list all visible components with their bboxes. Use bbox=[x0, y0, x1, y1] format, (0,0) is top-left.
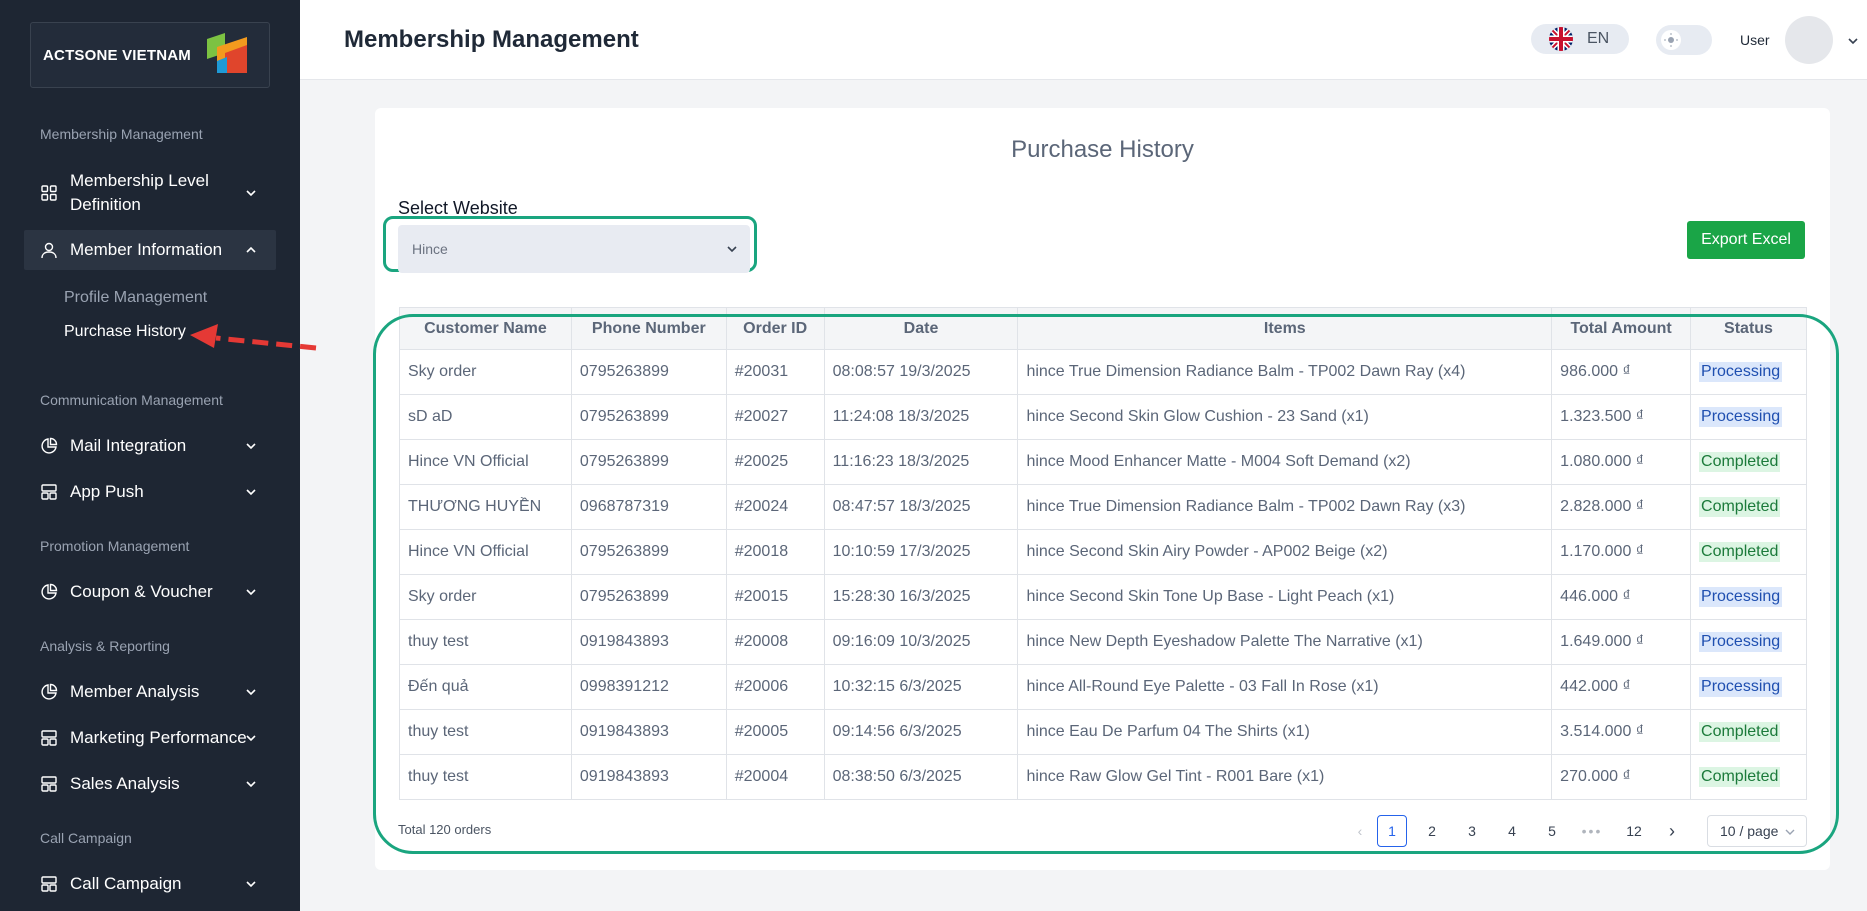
page-title: Membership Management bbox=[344, 26, 639, 53]
sidebar-item-call-campaign[interactable]: Call Campaign bbox=[24, 870, 276, 898]
sidebar-item-label: Call Campaign bbox=[70, 874, 182, 893]
chevron-down-icon bbox=[727, 246, 737, 253]
purchase-history-card: Purchase History Select Website Hince Ex… bbox=[373, 108, 1839, 870]
page-4[interactable]: 4 bbox=[1497, 815, 1527, 847]
next-page-button[interactable]: › bbox=[1657, 815, 1687, 847]
logo[interactable]: ACTSONE VIETNAM bbox=[30, 22, 270, 88]
more-pages-button[interactable]: ••• bbox=[1577, 815, 1607, 847]
section-call: Call Campaign bbox=[40, 830, 132, 846]
sidebar-item-label: Member Analysis bbox=[70, 682, 200, 701]
chevron-down-icon bbox=[244, 685, 258, 699]
chevron-up-icon bbox=[244, 243, 258, 257]
sidebar-item-purchase-history[interactable]: Purchase History bbox=[64, 323, 186, 341]
sidebar: ACTSONE VIETNAM Membership Management Me… bbox=[0, 0, 300, 911]
layout-icon bbox=[40, 775, 58, 793]
website-select-value: Hince bbox=[412, 241, 448, 257]
section-membership: Membership Management bbox=[40, 126, 203, 142]
pie-chart-icon bbox=[40, 583, 58, 601]
total-orders: Total 120 orders bbox=[398, 822, 492, 837]
sun-icon bbox=[1661, 30, 1681, 50]
sidebar-item-app-push[interactable]: App Push bbox=[24, 478, 276, 506]
sidebar-item-label: Sales Analysis bbox=[70, 774, 180, 793]
language-switcher[interactable]: EN bbox=[1531, 24, 1629, 54]
sidebar-item-level-definition[interactable]: Membership Level Definition bbox=[24, 168, 276, 218]
sidebar-item-label: Marketing Performance bbox=[70, 728, 247, 747]
pie-chart-icon bbox=[40, 683, 58, 701]
uk-flag-icon bbox=[1549, 27, 1573, 51]
sidebar-item-coupon-voucher[interactable]: Coupon & Voucher bbox=[24, 578, 276, 606]
language-code: EN bbox=[1587, 30, 1610, 47]
user-label: User bbox=[1740, 32, 1770, 48]
layout-icon bbox=[40, 483, 58, 501]
page-5[interactable]: 5 bbox=[1537, 815, 1567, 847]
page-3[interactable]: 3 bbox=[1457, 815, 1487, 847]
sidebar-item-marketing-performance[interactable]: Marketing Performance bbox=[24, 724, 276, 752]
export-excel-button[interactable]: Export Excel bbox=[1687, 221, 1805, 259]
sidebar-item-sales-analysis[interactable]: Sales Analysis bbox=[24, 770, 276, 798]
chevron-down-icon bbox=[244, 186, 258, 200]
highlight-box-table bbox=[373, 314, 1839, 854]
top-header: Membership Management EN User bbox=[300, 0, 1867, 80]
theme-toggle[interactable] bbox=[1656, 25, 1712, 55]
chevron-down-icon bbox=[244, 585, 258, 599]
sidebar-item-member-information[interactable]: Member Information bbox=[24, 230, 276, 270]
sidebar-item-label: Membership Level Definition bbox=[70, 171, 209, 214]
chevron-down-icon bbox=[1785, 829, 1795, 835]
chevron-down-icon bbox=[244, 439, 258, 453]
chevron-down-icon bbox=[244, 777, 258, 791]
sidebar-item-label: Mail Integration bbox=[70, 436, 187, 455]
section-communication: Communication Management bbox=[40, 392, 223, 408]
grid-icon bbox=[40, 184, 58, 202]
section-promotion: Promotion Management bbox=[40, 538, 190, 554]
sidebar-item-mail-integration[interactable]: Mail Integration bbox=[24, 432, 276, 460]
logo-text: ACTSONE VIETNAM bbox=[43, 46, 192, 64]
prev-page-button[interactable]: ‹ bbox=[1345, 815, 1375, 847]
chevron-down-icon bbox=[244, 877, 258, 891]
website-select[interactable]: Hince bbox=[398, 225, 750, 273]
card-title: Purchase History bbox=[1011, 136, 1194, 163]
layout-icon bbox=[40, 875, 58, 893]
avatar[interactable] bbox=[1785, 16, 1833, 64]
page-12[interactable]: 12 bbox=[1619, 815, 1649, 847]
sidebar-item-label: Coupon & Voucher bbox=[70, 582, 213, 601]
user-icon bbox=[40, 241, 58, 259]
page-size-value: 10 / page bbox=[1720, 823, 1779, 839]
layout-icon bbox=[40, 729, 58, 747]
section-analysis: Analysis & Reporting bbox=[40, 638, 170, 654]
sidebar-item-label: App Push bbox=[70, 482, 144, 501]
chevron-down-icon[interactable] bbox=[1846, 34, 1860, 48]
sidebar-item-profile-management[interactable]: Profile Management bbox=[64, 289, 207, 307]
chevron-down-icon bbox=[244, 485, 258, 499]
page-size-select[interactable]: 10 / page bbox=[1707, 815, 1807, 847]
page-2[interactable]: 2 bbox=[1417, 815, 1447, 847]
sidebar-item-member-analysis[interactable]: Member Analysis bbox=[24, 678, 276, 706]
chevron-down-icon bbox=[244, 731, 258, 745]
annotation-arrow bbox=[190, 324, 317, 351]
logo-mark-icon bbox=[207, 33, 247, 73]
page-1[interactable]: 1 bbox=[1377, 815, 1407, 847]
pie-chart-icon bbox=[40, 437, 58, 455]
sidebar-item-label: Member Information bbox=[70, 240, 223, 259]
